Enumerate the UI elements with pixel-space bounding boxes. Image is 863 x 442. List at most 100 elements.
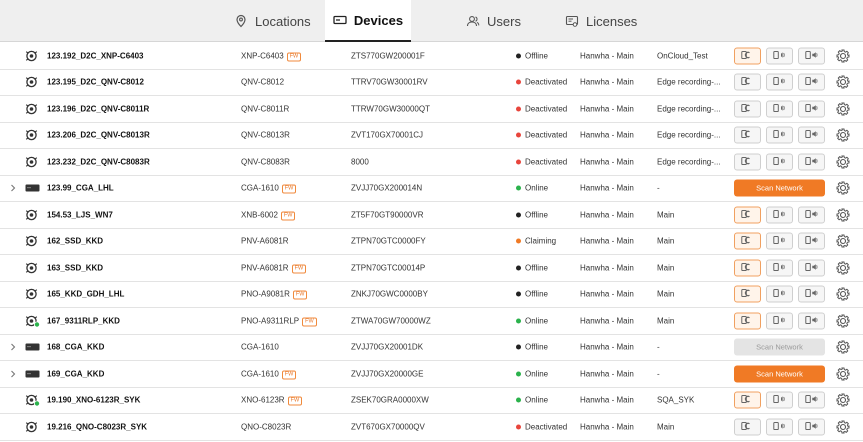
table-row[interactable]: 123.196_D2C_QNV-C8011R QNV-C8011R TTRW70GW… [0,96,863,123]
settings-gear-icon[interactable] [836,340,850,354]
live-view-button[interactable] [734,153,761,171]
audio-button[interactable] [766,232,793,250]
device-name[interactable]: 19.190_XNO-6123R_SYK [47,396,140,405]
firmware-badge[interactable]: FW [287,396,303,406]
table-row[interactable]: 154.53_LJS_WN7 XNB-6002 FW ZT5F70GT90000VR O… [0,202,863,229]
table-row[interactable]: 123.192_D2C_XNP-C6403 XNP-C6403 FW ZTS770GW… [0,43,863,70]
firmware-badge[interactable]: FW [292,290,308,300]
speaker-button[interactable] [798,206,825,224]
table-row[interactable]: 168_CGA_KKD CGA-1610 ZVJJ70GX20001DK Offlin… [0,335,863,361]
audio-button[interactable] [766,418,793,436]
settings-gear-icon[interactable] [836,367,850,381]
live-view-button[interactable] [734,47,761,65]
table-row[interactable]: 19.190_XNO-6123R_SYK XNO-6123R FW ZSEK70GRA… [0,388,863,414]
expand-chevron-icon[interactable] [9,370,17,378]
speaker-button[interactable] [798,259,825,277]
audio-button[interactable] [766,206,793,224]
expand-chevron-icon[interactable] [9,343,17,351]
device-name[interactable]: 163_SSD_KKD [47,263,103,272]
tab-devices[interactable]: Devices [325,0,411,42]
audio-button[interactable] [766,285,793,303]
table-row[interactable]: 165_KKD_GDH_LHL PNO-A9081R FW ZNKJ70GWC0000… [0,282,863,308]
audio-button[interactable] [766,153,793,171]
speaker-button[interactable] [798,391,825,409]
table-row[interactable]: 163_SSD_KKD PNV-A6081R FW ZTPN70GTC00014P Of… [0,255,863,282]
live-view-button[interactable] [734,312,761,330]
tab-users[interactable]: Users [466,0,536,42]
table-row[interactable]: 162_SSD_KKD PNV-A6081R ZTPN70GTC0000FY Clai… [0,229,863,255]
speaker-button[interactable] [798,100,825,118]
table-row[interactable]: 19.216_QNO-C8023R_SYK QNO-C8023R ZVT670GX7… [0,414,863,441]
speaker-button[interactable] [798,153,825,171]
live-view-button[interactable] [734,232,761,250]
firmware-badge[interactable]: FW [281,370,297,380]
tab-locations[interactable]: Locations [234,0,326,42]
audio-button[interactable] [766,126,793,144]
device-name[interactable]: 168_CGA_KKD [47,343,104,352]
device-name[interactable]: 169_CGA_KKD [47,369,104,378]
audio-button[interactable] [766,312,793,330]
settings-gear-icon[interactable] [836,261,850,275]
audio-button[interactable] [766,391,793,409]
device-name[interactable]: 162_SSD_KKD [47,237,103,246]
device-name[interactable]: 123.195_D2C_QNV-C8012 [47,78,144,87]
audio-button[interactable] [766,259,793,277]
speaker-button[interactable] [798,285,825,303]
live-view-button[interactable] [734,285,761,303]
settings-gear-icon[interactable] [836,128,850,142]
speaker-button[interactable] [798,418,825,436]
firmware-badge[interactable]: FW [291,264,307,274]
device-name[interactable]: 123.99_CGA_LHL [47,184,114,193]
speaker-button[interactable] [798,47,825,65]
audio-button[interactable] [766,47,793,65]
device-name[interactable]: 123.196_D2C_QNV-C8011R [47,104,149,113]
device-name[interactable]: 165_KKD_GDH_LHL [47,290,124,299]
device-name[interactable]: 123.206_D2C_QNV-C8013R [47,131,150,140]
speaker-button[interactable] [798,232,825,250]
table-row[interactable]: 123.99_CGA_LHL CGA-1610 FW ZVJJ70GX200014N O… [0,176,863,202]
table-row[interactable]: 123.206_D2C_QNV-C8013R QNV-C8013R ZVT170GX… [0,123,863,149]
settings-gear-icon[interactable] [836,155,850,169]
firmware-badge[interactable]: FW [281,184,297,194]
settings-gear-icon[interactable] [836,102,850,116]
device-name[interactable]: 123.192_D2C_XNP-C6403 [47,51,144,60]
device-name[interactable]: 19.216_QNO-C8023R_SYK [47,422,147,431]
speaker-button[interactable] [798,126,825,144]
audio-button[interactable] [766,100,793,118]
device-name[interactable]: 167_9311RLP_KKD [47,316,120,325]
table-row[interactable]: 123.232_D2C_QNV-C8083R QNV-C8083R 8000 Deac… [0,149,863,176]
live-view-button[interactable] [734,100,761,118]
live-view-button[interactable] [734,259,761,277]
live-view-button[interactable] [734,73,761,91]
table-row[interactable]: 123.195_D2C_QNV-C8012 QNV-C8012 TTRV70GW30… [0,70,863,96]
settings-gear-icon[interactable] [836,287,850,301]
scan-network-button[interactable]: Scan Network [734,179,825,197]
settings-gear-icon[interactable] [836,49,850,63]
settings-gear-icon[interactable] [836,234,850,248]
settings-gear-icon[interactable] [836,208,850,222]
device-name[interactable]: 123.232_D2C_QNV-C8083R [47,157,150,166]
expand-chevron-icon[interactable] [9,184,17,192]
live-view-button[interactable] [734,391,761,409]
settings-gear-icon[interactable] [836,393,850,407]
audio-button[interactable] [766,73,793,91]
settings-gear-icon[interactable] [836,181,850,195]
live-view-button[interactable] [734,206,761,224]
settings-gear-icon[interactable] [836,75,850,89]
live-view-button[interactable] [734,418,761,436]
firmware-badge[interactable]: FW [286,52,302,62]
firmware-badge[interactable]: FW [302,317,317,327]
table-row[interactable]: 167_9311RLP_KKD PNO-A9311RLP FW ZTWA70GW700… [0,308,863,335]
scan-network-button[interactable]: Scan Network [734,365,825,383]
firmware-badge[interactable]: FW [280,211,296,221]
table-row[interactable]: 169_CGA_KKD CGA-1610 FW ZVJJ70GX20000GE Onli… [0,361,863,388]
speaker-button[interactable] [798,312,825,330]
settings-gear-icon[interactable] [836,314,850,328]
speaker-button[interactable] [798,73,825,91]
device-name[interactable]: 154.53_LJS_WN7 [47,210,113,219]
scan-network-button[interactable]: Scan Network [734,338,825,356]
tab-licenses[interactable]: Licenses [565,0,645,42]
settings-gear-icon[interactable] [836,420,850,434]
live-view-button[interactable] [734,126,761,144]
model-label: XNB-6002 [241,210,278,220]
